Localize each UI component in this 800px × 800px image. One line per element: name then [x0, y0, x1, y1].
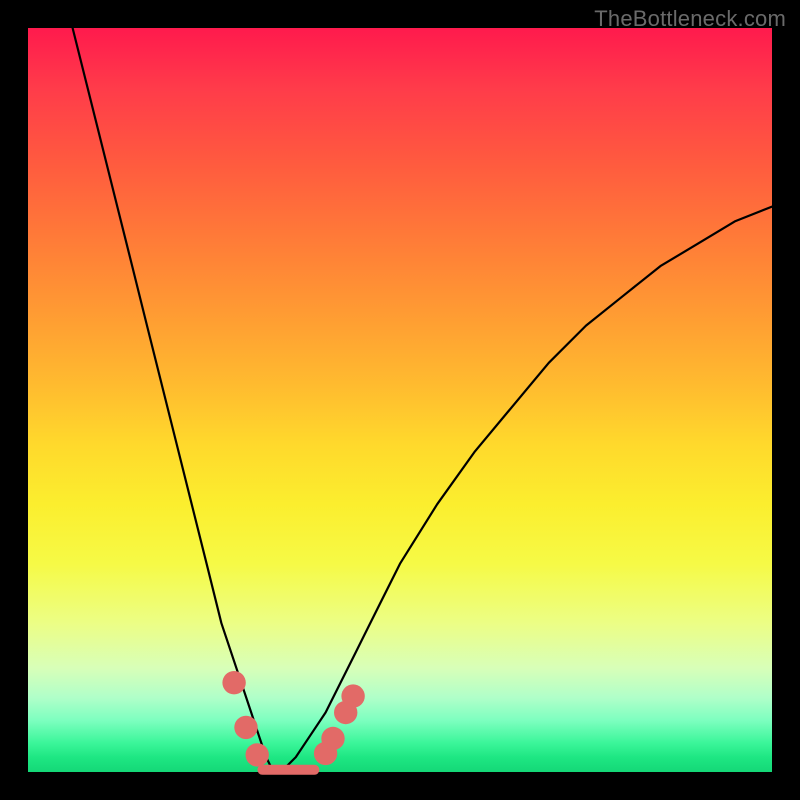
bottleneck-curve	[73, 28, 772, 772]
marker-dot-0	[222, 671, 245, 694]
marker-dot-1	[234, 716, 257, 739]
marker-dot-2	[246, 743, 269, 766]
marker-dot-6	[341, 684, 364, 707]
marker-dot-4	[321, 727, 344, 750]
chart-frame: TheBottleneck.com	[0, 0, 800, 800]
plot-area	[28, 28, 772, 772]
curve-svg	[28, 28, 772, 772]
marker-dots-group	[222, 671, 364, 767]
